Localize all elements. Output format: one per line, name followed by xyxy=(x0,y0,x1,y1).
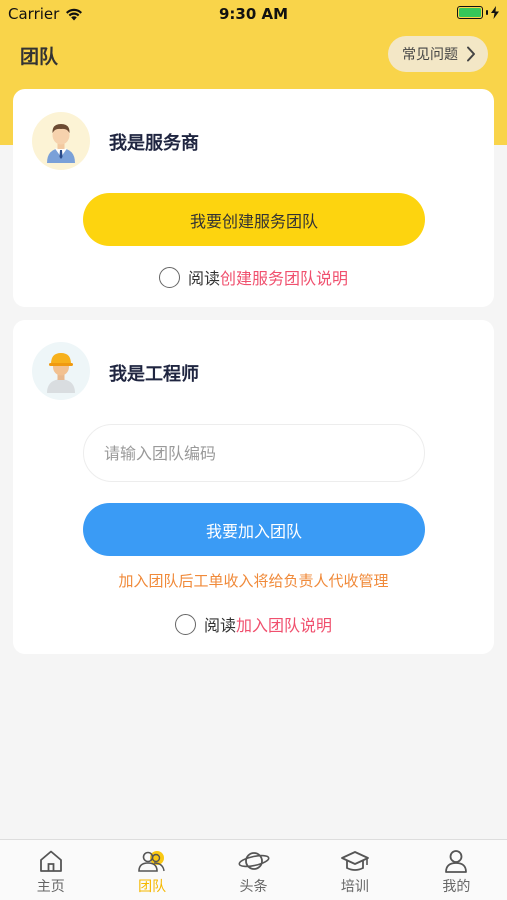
battery-indicator xyxy=(457,6,499,19)
planet-icon xyxy=(238,852,270,870)
create-team-terms-link[interactable]: 创建服务团队说明 xyxy=(220,265,348,289)
engineer-title: 我是工程师 xyxy=(109,364,199,385)
agree-prefix-text: 阅读 xyxy=(187,269,220,288)
home-icon xyxy=(39,850,62,872)
tab-home[interactable]: 主页 xyxy=(0,840,101,900)
clock: 9:30 AM xyxy=(218,5,289,23)
tab-label: 头条 xyxy=(239,879,268,895)
service-provider-avatar xyxy=(32,112,90,170)
join-team-button[interactable]: 我要加入团队 xyxy=(83,503,425,556)
join-team-agreement: 阅读 加入团队说明 xyxy=(13,612,494,636)
tab-headlines[interactable]: 头条 xyxy=(203,840,304,900)
tab-mine[interactable]: 我的 xyxy=(406,840,507,900)
tab-training[interactable]: 培训 xyxy=(304,840,405,900)
service-provider-title: 我是服务商 xyxy=(109,133,199,154)
create-team-button[interactable]: 我要创建服务团队 xyxy=(83,193,425,246)
income-notice: 加入团队后工单收入将给负责人代收管理 xyxy=(118,572,389,590)
join-team-agree-radio[interactable] xyxy=(174,613,196,635)
battery-icon xyxy=(457,6,483,19)
join-team-terms-link[interactable]: 加入团队说明 xyxy=(236,612,332,636)
team-code-input[interactable] xyxy=(83,424,425,482)
engineer-avatar xyxy=(32,342,90,400)
faq-button[interactable]: 常见问题 xyxy=(388,36,488,72)
team-icon xyxy=(138,851,165,872)
tab-label: 培训 xyxy=(340,879,369,895)
service-provider-card: 我是服务商 我要创建服务团队 阅读 创建服务团队说明 xyxy=(13,89,494,307)
chevron-right-icon xyxy=(467,46,475,62)
engineer-card: 我是工程师 我要加入团队 加入团队后工单收入将给负责人代收管理 阅读 加入团队说… xyxy=(13,320,494,654)
tab-bar: 主页 团队 头条 培训 我的 xyxy=(0,839,507,900)
tab-label: 团队 xyxy=(138,879,167,895)
create-team-agreement: 阅读 创建服务团队说明 xyxy=(13,265,494,289)
status-bar: Carrier 9:30 AM xyxy=(0,0,507,28)
page-title: 团队 xyxy=(20,46,59,68)
person-icon xyxy=(445,850,468,873)
business-person-icon xyxy=(47,124,75,163)
tab-label: 我的 xyxy=(442,879,471,895)
tab-team[interactable]: 团队 xyxy=(101,840,202,900)
faq-label: 常见问题 xyxy=(402,47,458,63)
agree-prefix-text: 阅读 xyxy=(203,616,236,635)
charging-bolt-icon xyxy=(491,6,499,19)
create-team-agree-radio[interactable] xyxy=(158,266,180,288)
engineer-hardhat-icon xyxy=(47,353,75,393)
tab-label: 主页 xyxy=(36,879,65,895)
graduation-cap-icon xyxy=(341,851,369,871)
